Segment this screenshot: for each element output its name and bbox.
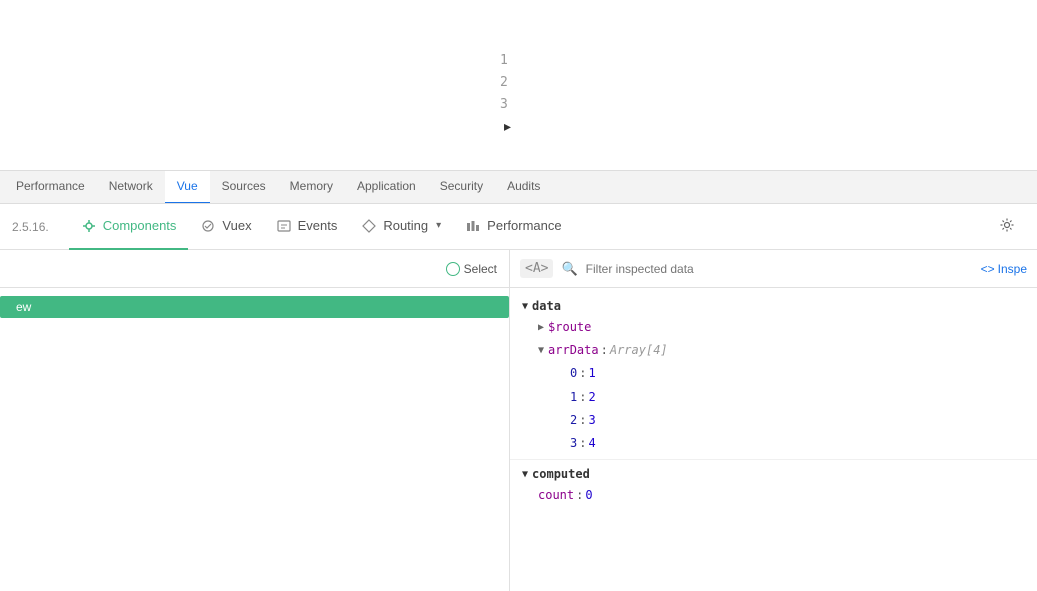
- arr-value-3: 4: [588, 434, 595, 453]
- devtools-tab-bar: Performance Network Vue Sources Memory A…: [0, 170, 1037, 204]
- tab-audits[interactable]: Audits: [495, 170, 552, 204]
- routing-label: Routing: [383, 218, 428, 233]
- events-icon: [276, 218, 292, 234]
- code-brackets-icon: <>: [981, 262, 995, 276]
- data-section-label: data: [532, 299, 561, 313]
- line-2: 2: [500, 72, 508, 94]
- arr-item-0: 0 : 1: [510, 362, 1037, 385]
- vue-toolbar: 2.5.16. Components Vuex: [0, 204, 1037, 250]
- data-section-header[interactable]: ▼ data: [510, 296, 1037, 316]
- arr-item-1: 1 : 2: [510, 386, 1037, 409]
- select-label: Select: [464, 262, 497, 276]
- data-expand-icon: ▼: [522, 301, 528, 312]
- select-button[interactable]: Select: [446, 262, 497, 276]
- line-3: 3: [500, 94, 508, 116]
- routing-icon: [361, 218, 377, 234]
- arr-value-0: 1: [588, 364, 595, 383]
- arrdata-expand-icon: ▼: [538, 343, 544, 359]
- computed-expand-icon: ▼: [522, 469, 528, 480]
- left-pane: Select ew: [0, 250, 510, 591]
- components-label: Components: [103, 218, 177, 233]
- computed-section-header[interactable]: ▼ computed: [510, 464, 1037, 484]
- routing-btn[interactable]: Routing ▾: [349, 204, 453, 250]
- arr-index-2: 2: [570, 411, 577, 430]
- line-1: 1: [500, 50, 508, 72]
- arrdata-type: Array[4]: [610, 341, 668, 360]
- computed-section-label: computed: [532, 467, 590, 481]
- left-toolbar: Select: [0, 250, 509, 288]
- inspect-label: Inspe: [998, 262, 1027, 276]
- route-key: $route: [548, 318, 591, 337]
- gear-icon: [999, 217, 1015, 233]
- vuex-btn[interactable]: Vuex: [188, 204, 263, 250]
- line-numbers: 1 2 3: [500, 50, 508, 116]
- search-icon: 🔍: [561, 261, 577, 277]
- routing-dropdown-icon: ▾: [436, 220, 441, 231]
- tab-network[interactable]: Network: [97, 170, 165, 204]
- tab-security[interactable]: Security: [428, 170, 495, 204]
- count-key: count: [538, 486, 574, 505]
- arr-value-1: 2: [588, 388, 595, 407]
- components-btn[interactable]: Components: [69, 204, 189, 250]
- route-expand-icon: ▶: [538, 320, 544, 336]
- right-toolbar: <A> 🔍 <> Inspe: [510, 250, 1037, 288]
- tab-performance[interactable]: Performance: [4, 170, 97, 204]
- cursor: ▸: [504, 118, 511, 135]
- angle-bracket-btn[interactable]: <A>: [520, 259, 553, 278]
- tab-sources[interactable]: Sources: [210, 170, 278, 204]
- performance-icon: [465, 218, 481, 234]
- arr-item-3: 3 : 4: [510, 432, 1037, 455]
- arr-value-2: 3: [588, 411, 595, 430]
- arrdata-key: arrData: [548, 341, 599, 360]
- arrdata-item[interactable]: ▼ arrData : Array[4]: [510, 339, 1037, 362]
- editor-area: 1 2 3 ▸: [0, 0, 1037, 170]
- vue-version: 2.5.16.: [12, 220, 49, 234]
- performance-label: Performance: [487, 218, 561, 233]
- count-item: count : 0: [510, 484, 1037, 507]
- main-content: Select ew <A> 🔍 <> Inspe ▼ data ▶: [0, 250, 1037, 591]
- settings-button[interactable]: [989, 211, 1025, 242]
- vuex-icon: [200, 218, 216, 234]
- events-label: Events: [298, 218, 338, 233]
- arr-index-3: 3: [570, 434, 577, 453]
- events-btn[interactable]: Events: [264, 204, 350, 250]
- tab-application[interactable]: Application: [345, 170, 428, 204]
- route-item[interactable]: ▶ $route: [510, 316, 1037, 339]
- count-value: 0: [585, 486, 592, 505]
- right-pane: <A> 🔍 <> Inspe ▼ data ▶ $route ▼ arrDat: [510, 250, 1037, 591]
- data-tree: ▼ data ▶ $route ▼ arrData : Array[4] 0 :…: [510, 288, 1037, 591]
- component-icon: [81, 218, 97, 234]
- arr-index-0: 0: [570, 364, 577, 383]
- section-divider: [510, 459, 1037, 460]
- select-icon: [446, 262, 460, 276]
- tab-vue[interactable]: Vue: [165, 170, 210, 204]
- component-list: ew: [0, 288, 509, 591]
- arr-index-1: 1: [570, 388, 577, 407]
- tab-memory[interactable]: Memory: [278, 170, 345, 204]
- vuex-label: Vuex: [222, 218, 251, 233]
- component-item-new[interactable]: ew: [0, 296, 509, 318]
- arr-item-2: 2 : 3: [510, 409, 1037, 432]
- filter-input[interactable]: [586, 262, 973, 276]
- performance-btn[interactable]: Performance: [453, 204, 573, 250]
- inspect-button[interactable]: <> Inspe: [981, 262, 1027, 276]
